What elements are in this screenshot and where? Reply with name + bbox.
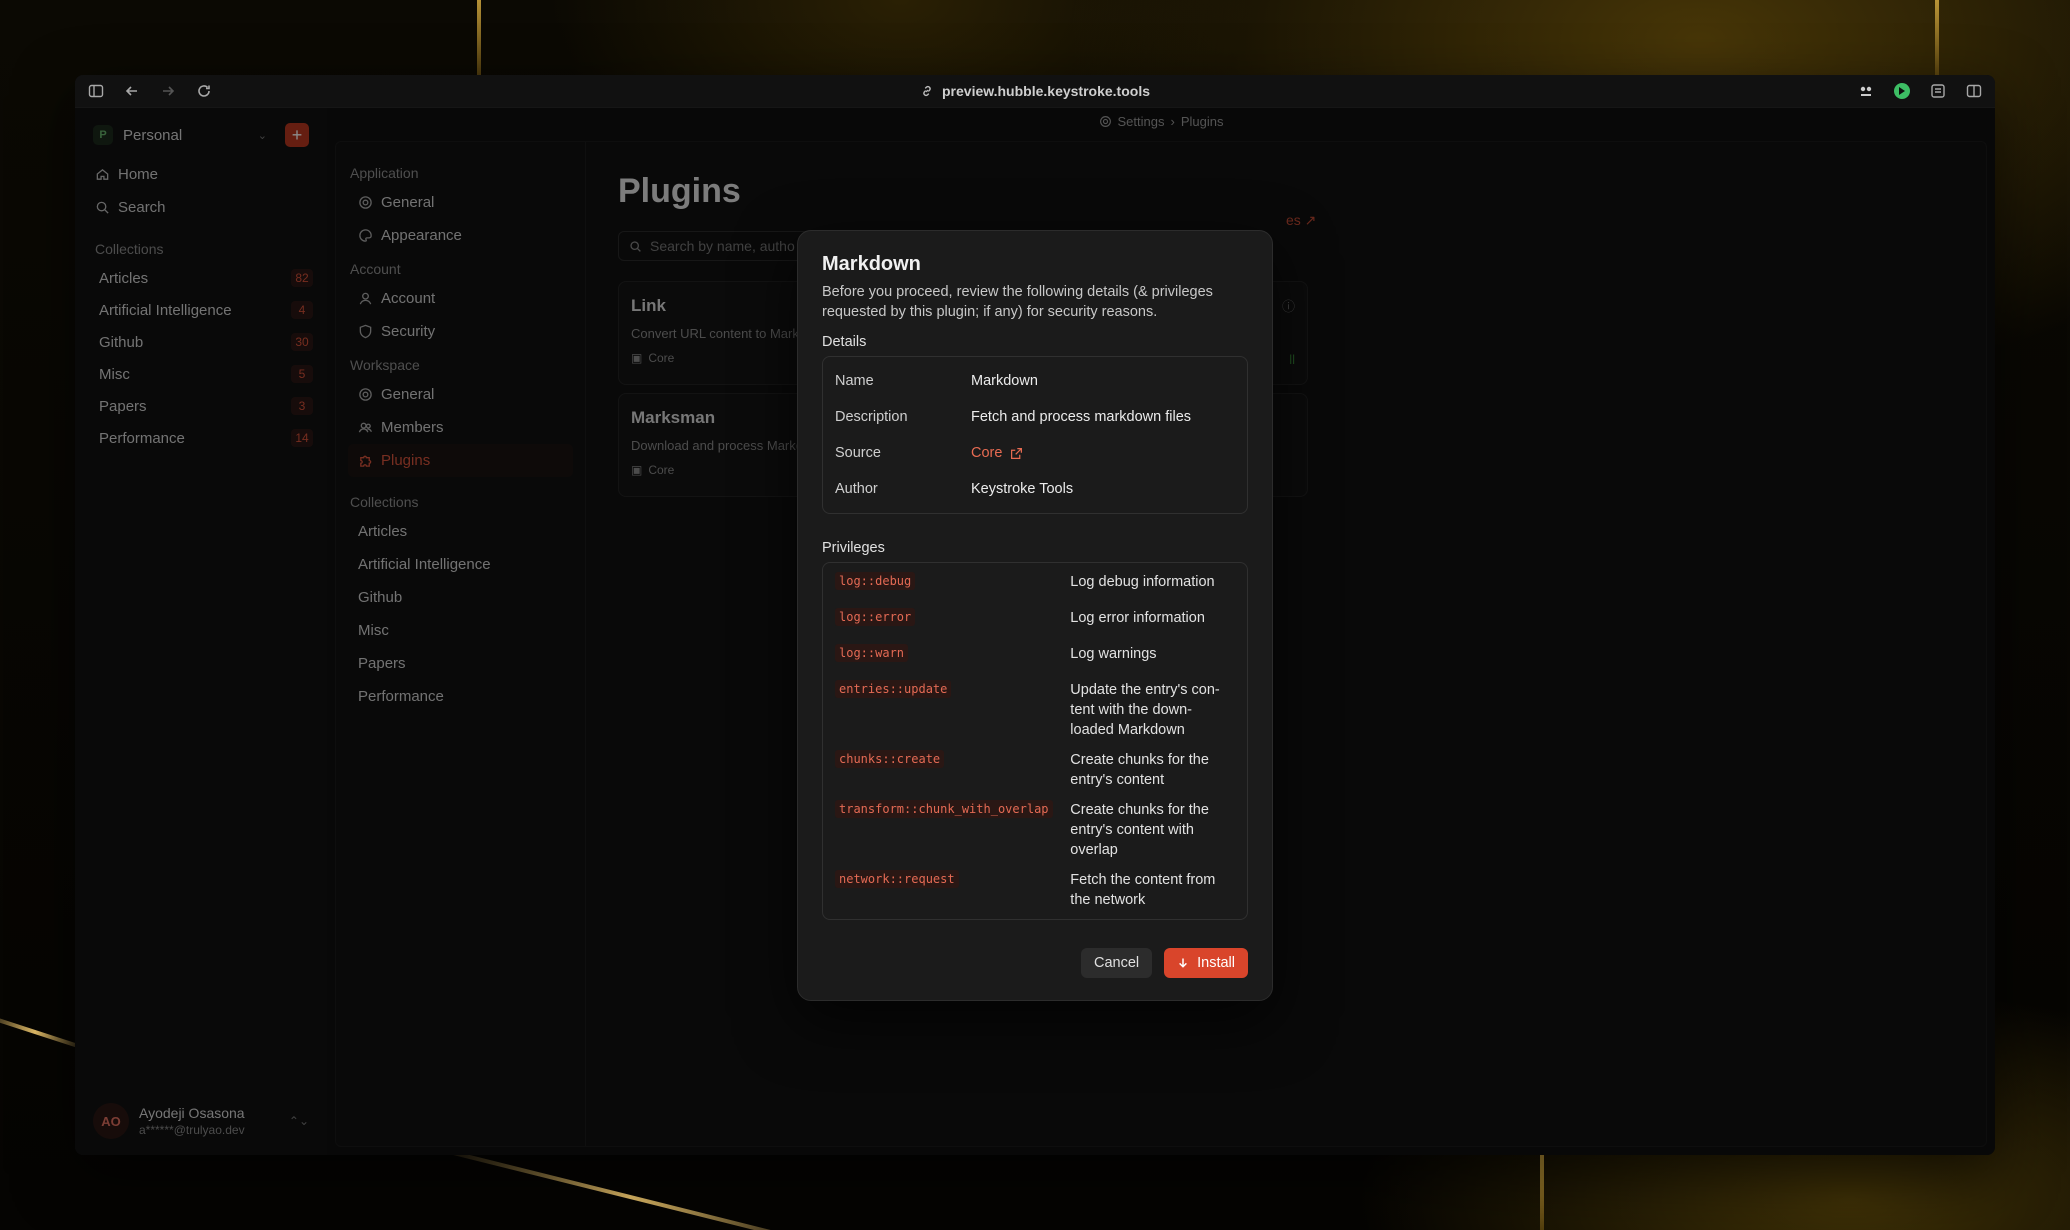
detail-row: Name Markdown	[835, 373, 1038, 389]
reader-icon[interactable]	[1925, 78, 1951, 104]
privilege-row: network::request Fetch the content from …	[835, 865, 1235, 915]
privilege-desc: Log debug information	[1070, 574, 1215, 590]
reload-icon[interactable]	[191, 78, 217, 104]
extension-icon[interactable]	[1853, 78, 1879, 104]
privilege-row: log::debug Log debug information	[835, 567, 1235, 603]
privilege-desc: Fetch the content from the network	[1070, 872, 1216, 908]
privilege-row: chunks::create Create chunks for the ent…	[835, 745, 1235, 795]
wallpaper-streak	[425, 1144, 835, 1230]
details-heading: Details	[822, 334, 867, 350]
install-plugin-dialog: Markdown Before you proceed, review the …	[797, 230, 1273, 1001]
split-view-icon[interactable]	[1961, 78, 1987, 104]
back-arrow-icon[interactable]	[119, 78, 145, 104]
privilege-desc: Create chunks for the entry's content	[1070, 752, 1209, 788]
privileges-heading: Privileges	[822, 540, 885, 556]
privilege-row: entries::update Update the entry's con-t…	[835, 675, 1235, 745]
external-link-icon	[1011, 447, 1023, 459]
browser-toolbar: preview.hubble.keystroke.tools	[75, 75, 1995, 108]
privilege-code: entries::update	[835, 680, 952, 698]
privilege-desc: Create chunks for the entry's content wi…	[1070, 802, 1209, 858]
dialog-title: Markdown	[822, 253, 921, 275]
privilege-row: log::warn Log warnings	[835, 639, 1235, 675]
dialog-intro: Before you proceed, review the following…	[822, 284, 1213, 320]
address-bar[interactable]: preview.hubble.keystroke.tools	[920, 83, 1150, 99]
privilege-code: chunks::create	[835, 750, 945, 768]
url-text: preview.hubble.keystroke.tools	[942, 83, 1150, 99]
sidebar-toggle-icon[interactable]	[83, 78, 109, 104]
privilege-code: network::request	[835, 870, 959, 888]
wallpaper-line	[477, 0, 481, 75]
detail-row: Description Fetch and process markdown f…	[835, 409, 1192, 425]
wallpaper-line	[1935, 0, 1939, 75]
install-button[interactable]: Install	[1164, 948, 1248, 978]
privilege-desc: Log warnings	[1070, 646, 1157, 662]
privilege-row: transform::chunk_with_overlap Create chu…	[835, 795, 1235, 865]
cancel-button[interactable]: Cancel	[1080, 948, 1153, 978]
detail-row: Author Keystroke Tools	[835, 481, 1074, 497]
details-table: Name Markdown Description Fetch and proc…	[822, 356, 1248, 514]
privilege-code: log::warn	[835, 644, 909, 662]
link-icon	[923, 85, 931, 97]
detail-row: Source Core	[835, 435, 1235, 471]
privilege-code: log::debug	[835, 572, 916, 590]
forward-arrow-icon[interactable]	[155, 78, 181, 104]
privilege-row: log::error Log error information	[835, 603, 1235, 639]
source-link[interactable]: Core	[971, 445, 1023, 461]
privilege-desc: Update the entry's con-tent with the dow…	[1070, 682, 1220, 738]
wallpaper-line	[1540, 1155, 1544, 1230]
privileges-table: log::debug Log debug information log::er…	[822, 562, 1248, 920]
extension-green-icon[interactable]	[1889, 78, 1915, 104]
privilege-code: log::error	[835, 608, 916, 626]
privilege-code: transform::chunk_with_overlap	[835, 800, 1053, 818]
download-arrow-icon	[1179, 958, 1188, 968]
privilege-desc: Log error information	[1070, 610, 1205, 626]
